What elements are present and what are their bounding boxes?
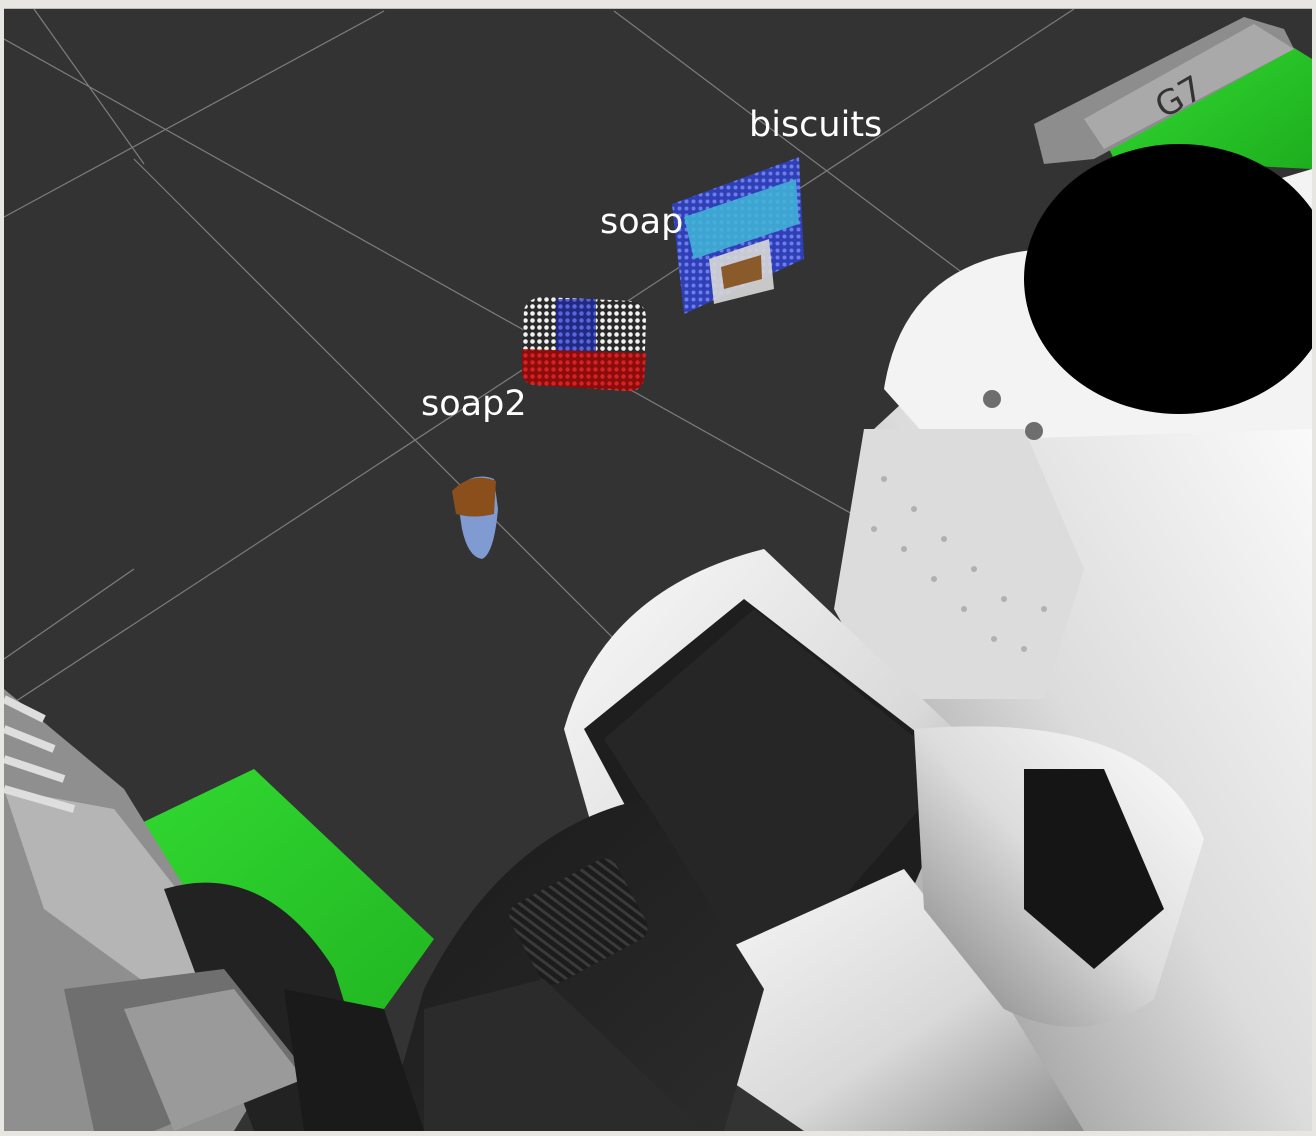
object-label-biscuits: biscuits [749,105,883,145]
object-label-soap: soap [600,202,684,242]
pointcloud-soap [522,297,646,391]
pointcloud-soap2 [452,476,498,559]
3d-render-viewport[interactable]: G7 biscuits soap soap2 [4,8,1312,1131]
application-window: G7 biscuits soap soap2 [0,0,1316,1136]
scene-canvas[interactable]: G7 [4,9,1312,1131]
robot-gripper-left [4,689,434,1131]
pointcloud-biscuits [672,157,804,314]
object-label-soap2: soap2 [421,384,527,424]
